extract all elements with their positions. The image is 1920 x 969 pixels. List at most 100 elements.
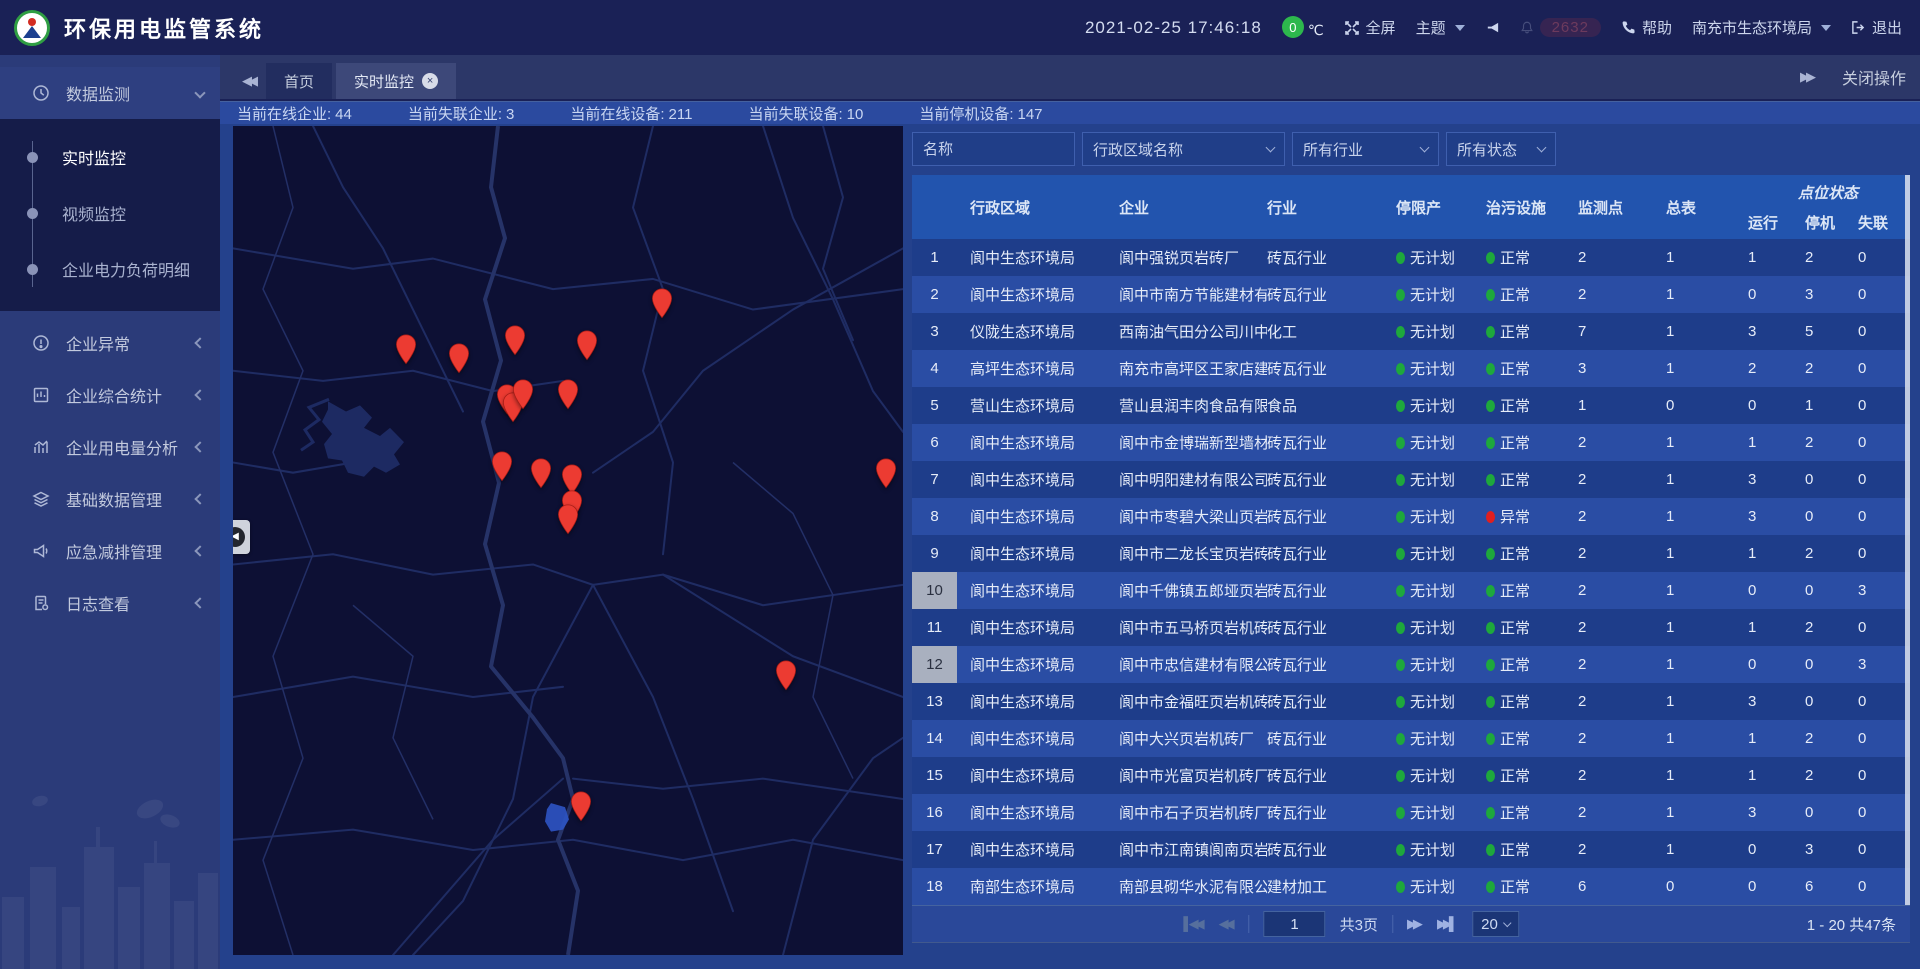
map-pin[interactable] bbox=[570, 791, 592, 827]
table-row[interactable]: 7 阆中生态环境局 阆中明阳建材有限公司 砖瓦行业 无计划 正常 2 1 bbox=[912, 461, 1910, 498]
last-page-icon[interactable]: ▶▶▌ bbox=[1437, 916, 1458, 932]
table-row[interactable]: 17 阆中生态环境局 阆中市江南镇阆南页岩 砖瓦行业 无计划 正常 2 1 bbox=[912, 831, 1910, 868]
table-row[interactable]: 15 阆中生态环境局 阆中市光富页岩机砖厂 砖瓦行业 无计划 正常 2 1 bbox=[912, 757, 1910, 794]
map-pin[interactable] bbox=[875, 458, 897, 494]
cell-stopped: 0 bbox=[1801, 693, 1856, 710]
theme-dropdown[interactable]: 主题 bbox=[1416, 17, 1465, 38]
table-row[interactable]: 9 阆中生态环境局 阆中市二龙长宝页岩砖 砖瓦行业 无计划 正常 2 1 bbox=[912, 535, 1910, 572]
fullscreen-button[interactable]: 全屏 bbox=[1344, 17, 1396, 38]
close-operations-button[interactable]: 关闭操作 bbox=[1842, 65, 1906, 89]
sidebar-item-power-load-detail[interactable]: 企业电力负荷明细 bbox=[0, 241, 220, 297]
notification-button[interactable]: 2632 bbox=[1520, 18, 1601, 37]
cell-lost: 0 bbox=[1856, 471, 1910, 488]
page-size-select[interactable]: 20 bbox=[1472, 911, 1519, 937]
cell-meters: 1 bbox=[1662, 730, 1746, 747]
cell-stop-status: 无计划 bbox=[1394, 654, 1484, 675]
temperature-badge: 0 bbox=[1282, 16, 1304, 38]
tabs-scroll-left-button[interactable]: ◀◀ bbox=[234, 63, 262, 99]
prev-page-icon[interactable]: ◀◀ bbox=[1219, 916, 1235, 932]
sidebar-item-enterprise-abnormal[interactable]: 企业异常 bbox=[0, 317, 220, 369]
map-pin[interactable] bbox=[395, 334, 417, 370]
sidebar-item-emergency-reduction[interactable]: 应急减排管理 bbox=[0, 525, 220, 577]
first-page-icon[interactable]: ▌◀◀ bbox=[1183, 916, 1204, 932]
next-page-icon[interactable]: ▶▶ bbox=[1407, 916, 1423, 932]
table-row[interactable]: 13 阆中生态环境局 阆中市金福旺页岩机砖 砖瓦行业 无计划 正常 2 1 bbox=[912, 683, 1910, 720]
sidebar-item-log-view[interactable]: 日志查看 bbox=[0, 577, 220, 629]
sidebar-item-enterprise-statistics[interactable]: 企业综合统计 bbox=[0, 369, 220, 421]
status-dot bbox=[1396, 474, 1405, 486]
cell-stop-status: 无计划 bbox=[1394, 802, 1484, 823]
map-pin[interactable] bbox=[557, 379, 579, 415]
name-filter-input[interactable] bbox=[912, 132, 1075, 166]
table-row[interactable]: 2 阆中生态环境局 阆中市南方节能建材有 砖瓦行业 无计划 正常 2 1 bbox=[912, 276, 1910, 313]
map-pin[interactable] bbox=[448, 343, 470, 379]
map-collapse-handle[interactable]: ◀ bbox=[233, 520, 250, 554]
map-pin[interactable] bbox=[775, 660, 797, 696]
map-pin[interactable] bbox=[530, 458, 552, 494]
status-dot bbox=[1486, 474, 1495, 486]
logout-button[interactable]: 退出 bbox=[1851, 17, 1902, 38]
table-row[interactable]: 11 阆中生态环境局 阆中市五马桥页岩机砖 砖瓦行业 无计划 正常 2 1 bbox=[912, 609, 1910, 646]
stats-bar: 当前在线企业:44 当前失联企业:3 当前在线设备:211 当前失联设备:10 … bbox=[220, 101, 1920, 124]
sidebar-item-base-data-management[interactable]: 基础数据管理 bbox=[0, 473, 220, 525]
sidebar-item-data-monitoring[interactable]: 数据监测 bbox=[0, 67, 220, 119]
tabs-scroll-right-button[interactable]: ▶▶ bbox=[1800, 69, 1816, 85]
table-scrollbar[interactable] bbox=[1905, 175, 1910, 905]
help-button[interactable]: 帮助 bbox=[1621, 17, 1672, 38]
table-row[interactable]: 14 阆中生态环境局 阆中大兴页岩机砖厂 砖瓦行业 无计划 正常 2 1 bbox=[912, 720, 1910, 757]
map-panel[interactable]: ◀ bbox=[233, 126, 903, 955]
map-pin[interactable] bbox=[491, 451, 513, 487]
table-row[interactable]: 3 仪陇生态环境局 西南油气田分公司川中 化工 无计划 正常 7 1 bbox=[912, 313, 1910, 350]
table-row[interactable]: 8 阆中生态环境局 阆中市枣碧大梁山页岩 砖瓦行业 无计划 异常 2 1 bbox=[912, 498, 1910, 535]
cell-running: 0 bbox=[1746, 656, 1801, 673]
cell-points: 2 bbox=[1570, 471, 1662, 488]
status-dot bbox=[1396, 289, 1405, 301]
table-row[interactable]: 16 阆中生态环境局 阆中市石子页岩机砖厂 砖瓦行业 无计划 正常 2 1 bbox=[912, 794, 1910, 831]
org-dropdown[interactable]: 南充市生态环境局 bbox=[1692, 17, 1831, 38]
pagination-bar: ▌◀◀ ◀◀ 共3页 ▶▶ ▶▶▌ 20 1 - 20 共47条 bbox=[912, 905, 1910, 943]
column-header-facility: 治污设施 bbox=[1484, 175, 1570, 239]
chevron-down-icon bbox=[1266, 143, 1276, 153]
status-dot bbox=[1396, 437, 1405, 449]
row-index: 11 bbox=[912, 619, 957, 636]
table-row[interactable]: 4 高坪生态环境局 南充市高坪区王家店建 砖瓦行业 无计划 正常 3 1 bbox=[912, 350, 1910, 387]
cell-stopped: 2 bbox=[1801, 767, 1856, 784]
table-row[interactable]: 10 阆中生态环境局 阆中千佛镇五郎垭页岩 砖瓦行业 无计划 正常 2 1 bbox=[912, 572, 1910, 609]
cell-industry: 砖瓦行业 bbox=[1267, 691, 1394, 712]
cell-company: 阆中大兴页岩机砖厂 bbox=[1119, 728, 1267, 749]
table-row[interactable]: 6 阆中生态环境局 阆中市金博瑞新型墙材 砖瓦行业 无计划 正常 2 1 bbox=[912, 424, 1910, 461]
cell-company: 南部县砌华水泥有限公 bbox=[1119, 876, 1267, 897]
status-dot bbox=[1396, 807, 1405, 819]
cell-running: 1 bbox=[1746, 619, 1801, 636]
chevron-down-icon bbox=[1503, 919, 1511, 927]
cell-region: 阆中生态环境局 bbox=[957, 469, 1119, 490]
sound-toggle[interactable] bbox=[1485, 20, 1500, 35]
tab-home[interactable]: 首页 bbox=[266, 63, 332, 99]
map-pin[interactable] bbox=[576, 330, 598, 366]
table-row[interactable]: 18 南部生态环境局 南部县砌华水泥有限公 建材加工 无计划 正常 6 0 bbox=[912, 868, 1910, 905]
page-number-input[interactable] bbox=[1264, 911, 1326, 937]
status-dot bbox=[1396, 585, 1405, 597]
row-index: 17 bbox=[912, 841, 957, 858]
sidebar-item-realtime-monitoring[interactable]: 实时监控 bbox=[0, 129, 220, 185]
region-filter-select[interactable]: 行政区域名称 bbox=[1082, 132, 1285, 166]
sidebar-item-video-monitoring[interactable]: 视频监控 bbox=[0, 185, 220, 241]
table-row[interactable]: 12 阆中生态环境局 阆中市忠信建材有限公 砖瓦行业 无计划 正常 2 1 bbox=[912, 646, 1910, 683]
temperature-unit: ℃ bbox=[1308, 22, 1324, 39]
table-row[interactable]: 5 营山生态环境局 营山县润丰肉食品有限 食品 无计划 正常 1 0 bbox=[912, 387, 1910, 424]
cell-stop-status: 无计划 bbox=[1394, 506, 1484, 527]
map-pin[interactable] bbox=[512, 379, 534, 415]
close-icon[interactable]: × bbox=[422, 73, 438, 89]
map-pin[interactable] bbox=[504, 325, 526, 361]
cell-meters: 1 bbox=[1662, 767, 1746, 784]
sidebar-item-power-usage-analysis[interactable]: 企业用电量分析 bbox=[0, 421, 220, 473]
tab-realtime-monitoring[interactable]: 实时监控 × bbox=[336, 63, 456, 99]
status-filter-select[interactable]: 所有状态 bbox=[1446, 132, 1556, 166]
bell-icon bbox=[1520, 20, 1534, 35]
industry-filter-select[interactable]: 所有行业 bbox=[1292, 132, 1439, 166]
cell-points: 2 bbox=[1570, 656, 1662, 673]
cell-region: 阆中生态环境局 bbox=[957, 284, 1119, 305]
table-row[interactable]: 1 阆中生态环境局 阆中强锐页岩砖厂 砖瓦行业 无计划 正常 2 1 bbox=[912, 239, 1910, 276]
map-pin[interactable] bbox=[651, 288, 673, 324]
map-pin[interactable] bbox=[557, 504, 579, 540]
